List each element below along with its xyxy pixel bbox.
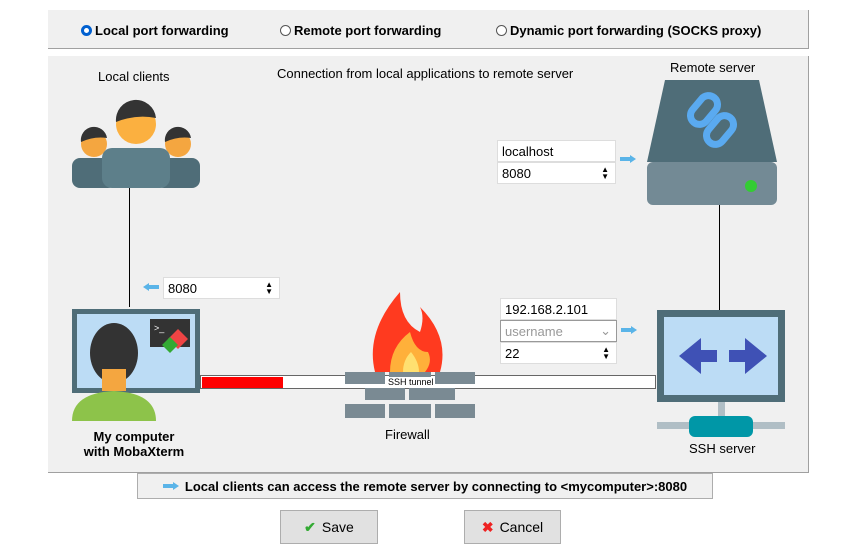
spinner-icon[interactable]: ▲ ▼ — [265, 281, 273, 296]
info-text: Local clients can access the remote serv… — [184, 478, 688, 494]
firewall-label: Firewall — [385, 427, 430, 442]
my-computer-label: My computer with MobaXterm — [83, 429, 185, 459]
ssh-tunnel-label: SSH tunnel — [388, 377, 434, 387]
svg-text:>_: >_ — [154, 323, 165, 333]
spinner-icon[interactable]: ▲ ▼ — [601, 166, 609, 181]
radio-local[interactable]: Local port forwarding — [81, 23, 229, 38]
users-icon — [72, 99, 200, 188]
ssh-port-input[interactable]: 22 ▲ ▼ — [500, 342, 617, 364]
remote-server-label: Remote server — [670, 60, 756, 75]
local-port-value: 8080 — [168, 280, 197, 296]
my-computer-icon: >_ — [72, 309, 200, 421]
radio-remote[interactable]: Remote port forwarding — [280, 23, 441, 38]
ssh-port-value: 22 — [505, 345, 520, 361]
radio-icon — [496, 25, 507, 36]
remote-host-input[interactable]: localhost — [497, 140, 616, 162]
arrow-right-icon — [621, 326, 637, 334]
diagram-title: Connection from local applications to re… — [277, 66, 574, 81]
remote-host-value: localhost — [502, 143, 554, 159]
checkmark-icon: ✔ — [304, 518, 316, 535]
chevron-down-icon[interactable]: ⌄ — [600, 323, 611, 339]
arrow-left-icon — [143, 283, 159, 291]
username-placeholder: username — [505, 323, 563, 339]
radio-icon — [81, 25, 92, 36]
cancel-button[interactable]: ✖ Cancel — [464, 510, 561, 544]
mode-panel: Local port forwarding Remote port forwar… — [48, 10, 809, 49]
radio-label: Remote port forwarding — [294, 23, 442, 38]
ssh-host-input[interactable]: 192.168.2.101 — [500, 298, 617, 320]
arrow-right-icon — [620, 155, 636, 163]
local-port-input[interactable]: 8080 ▲ ▼ — [163, 277, 280, 299]
radio-icon — [280, 25, 291, 36]
ssh-server-icon — [657, 310, 785, 437]
ssh-server-label: SSH server — [689, 441, 756, 456]
radio-dynamic[interactable]: Dynamic port forwarding (SOCKS proxy) — [496, 23, 761, 38]
tunnel-progress-bar — [202, 377, 283, 388]
connector-line — [129, 187, 130, 307]
connector-line — [719, 205, 720, 310]
arrow-right-icon — [162, 482, 179, 490]
ssh-host-value: 192.168.2.101 — [505, 301, 589, 317]
radio-label: Local port forwarding — [95, 23, 229, 38]
firewall-icon — [345, 292, 475, 418]
local-clients-label: Local clients — [98, 69, 170, 84]
remote-server-icon — [647, 80, 777, 205]
save-button[interactable]: ✔ Save — [280, 510, 378, 544]
save-label: Save — [321, 519, 354, 535]
remote-port-input[interactable]: 8080 ▲ ▼ — [497, 162, 616, 184]
close-icon: ✖ — [481, 518, 494, 535]
radio-label: Dynamic port forwarding (SOCKS proxy) — [510, 23, 762, 38]
ssh-username-combobox[interactable]: username ⌄ — [500, 320, 617, 342]
remote-port-value: 8080 — [502, 165, 531, 181]
info-bar: Local clients can access the remote serv… — [137, 473, 713, 499]
cancel-label: Cancel — [499, 519, 544, 535]
spinner-icon[interactable]: ▲ ▼ — [602, 346, 610, 361]
